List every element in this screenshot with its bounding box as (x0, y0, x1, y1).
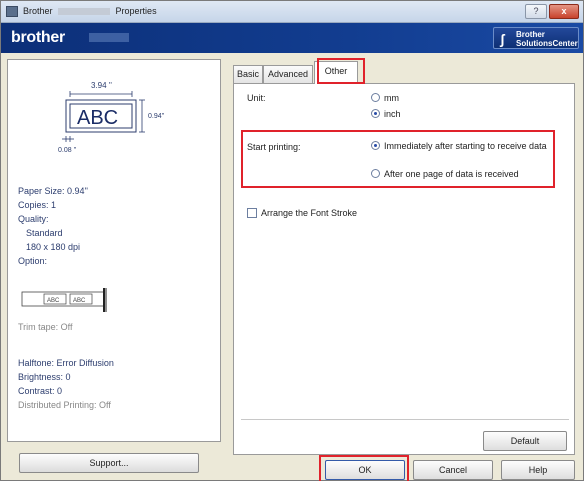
model-name-redacted (58, 8, 111, 16)
quality-label: Quality: (18, 214, 49, 224)
halftone-text: Halftone: Error Diffusion (18, 358, 114, 368)
help-button[interactable]: Help (501, 460, 575, 480)
close-button[interactable]: x (549, 4, 579, 19)
resolution-text: 180 x 180 dpi (26, 242, 81, 252)
highlight-box-start-printing (241, 130, 555, 188)
unit-inch-radio[interactable] (371, 109, 380, 118)
summary-panel: 3.94 '' ABC 0.94'' 0.08 '' Paper Size: 0… (7, 59, 221, 442)
solutions-center-line1: Brother (516, 30, 545, 39)
cancel-button[interactable]: Cancel (413, 460, 493, 480)
preview-sample-text: ABC (77, 107, 118, 129)
window-title-prefix: Brother (23, 6, 53, 16)
help-title-button[interactable]: ? (525, 4, 547, 19)
tape-sample-text-1: ABC (47, 298, 60, 304)
trim-tape-icon: ABC ABC (21, 288, 107, 312)
title-bar: Brother Properties ? x (1, 1, 583, 23)
font-stroke-checkbox[interactable] (247, 208, 257, 218)
height-dimension-label: 0.94'' (148, 113, 164, 120)
tab-advanced[interactable]: Advanced (263, 65, 313, 83)
tape-sample-text-2: ABC (73, 298, 86, 304)
solutions-center-line2: SolutionsCenter (516, 39, 578, 48)
highlight-box-ok (319, 455, 409, 481)
tab-basic[interactable]: Basic (233, 65, 263, 83)
window-title-suffix: Properties (115, 6, 157, 16)
paper-size-text: Paper Size: 0.94'' (18, 186, 88, 196)
option-label: Option: (18, 256, 48, 266)
highlight-box-other-tab (317, 58, 365, 84)
font-stroke-label: Arrange the Font Stroke (261, 208, 358, 218)
contrast-text: Contrast: 0 (18, 386, 63, 396)
unit-mm-radio[interactable] (371, 93, 380, 102)
start-immediately-label: Immediately after starting to receive da… (384, 141, 547, 151)
window-title: Brother Properties (23, 6, 157, 16)
copies-text: Copies: 1 (18, 200, 57, 210)
solutions-center-label: Brother SolutionsCenter (516, 30, 578, 48)
width-dimension-label: 3.94 '' (91, 81, 112, 90)
start-immediately-radio[interactable] (371, 141, 380, 150)
unit-inch-label: inch (384, 109, 401, 119)
support-button[interactable]: Support... (19, 453, 199, 473)
printer-icon (6, 6, 18, 17)
start-after-page-label: After one page of data is received (384, 169, 519, 179)
brother-logo: brother (11, 29, 65, 46)
properties-window: Brother Properties ? x brother ʃ Brother… (0, 0, 584, 481)
start-after-page-radio[interactable] (371, 169, 380, 178)
brightness-text: Brightness: 0 (18, 372, 71, 382)
default-button[interactable]: Default (483, 431, 567, 451)
trim-tape-text: Trim tape: Off (18, 322, 73, 332)
unit-mm-label: mm (384, 93, 399, 103)
margin-dimension-label: 0.08 '' (58, 147, 76, 154)
quality-value: Standard (26, 228, 63, 238)
distributed-printing-text: Distributed Printing: Off (18, 400, 111, 410)
brand-bar: brother ʃ Brother SolutionsCenter (1, 23, 583, 53)
model-name-redacted (89, 33, 129, 42)
unit-label: Unit: (247, 93, 266, 103)
solutions-center-icon: ʃ (500, 31, 505, 47)
solutions-center-button[interactable]: ʃ Brother SolutionsCenter (493, 27, 579, 49)
label-preview-diagram: 3.94 '' ABC 0.94'' 0.08 '' (58, 81, 164, 154)
panel-separator (241, 419, 569, 420)
start-printing-label: Start printing: (247, 142, 301, 152)
